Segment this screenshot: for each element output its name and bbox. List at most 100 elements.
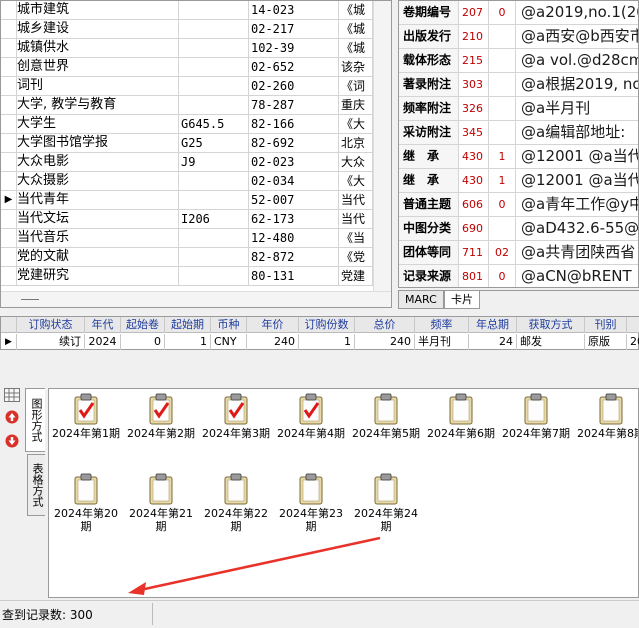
grid-cell[interactable]: 2024 xyxy=(85,334,121,350)
list-item[interactable]: 大众摄影 02-034 《大 xyxy=(1,172,373,191)
horizontal-scrollbar[interactable] xyxy=(1,291,391,307)
marc-field-row[interactable]: 出版发行 210 @a西安@b西安市 xyxy=(399,25,638,49)
grid-cell[interactable]: 原版 xyxy=(585,334,627,350)
marc-field-row[interactable]: 采访附注 345 @a编辑部地址: xyxy=(399,121,638,145)
issue-item[interactable]: 2024年第8期 xyxy=(574,393,638,440)
order-grid[interactable]: 订购状态 年代 起始卷 起始期 币种 年价 订购份数 总价 频率 年总期 获取方式 刊别 ▶ 续订 202… xyxy=(0,316,639,350)
list-item[interactable]: 党的文献 82-872 《党 xyxy=(1,248,373,267)
marc-indicator: 0 xyxy=(489,265,516,287)
marc-field-row[interactable]: 著录附注 303 @a根据2019, no. xyxy=(399,73,638,97)
class-number xyxy=(179,191,249,209)
column-header[interactable]: 起始卷 xyxy=(121,317,165,333)
issue-item[interactable]: 2024年第20期 xyxy=(49,473,123,533)
grid-cell[interactable]: CNY xyxy=(211,334,247,350)
issue-item[interactable]: 2024年第24期 xyxy=(349,473,423,533)
marc-field-row[interactable]: 载体形态 215 @a vol.@d28cm xyxy=(399,49,638,73)
arrow-down-icon[interactable] xyxy=(5,434,19,448)
list-item[interactable]: 词刊 02-260 《词 xyxy=(1,77,373,96)
issue-label: 2024年第23期 xyxy=(279,507,343,533)
issue-item[interactable]: 2024年第3期 xyxy=(199,393,273,440)
marc-field-value: @a vol.@d28cm xyxy=(516,49,638,72)
marc-field-value: @a根据2019, no. xyxy=(516,73,638,96)
column-header[interactable]: 订购状态 xyxy=(17,317,85,333)
grid-cell[interactable]: 240 xyxy=(355,334,415,350)
marc-field-row[interactable]: 继 承 430 1 @12001 @a当代 xyxy=(399,145,638,169)
marc-field-value: @aD432.6-55@ xyxy=(516,217,638,240)
list-item[interactable]: 大学图书馆学报 G25 82-692 北京 xyxy=(1,134,373,153)
status-divider xyxy=(152,603,153,625)
column-header[interactable]: 年代 xyxy=(85,317,121,333)
column-header[interactable]: 订购份数 xyxy=(299,317,355,333)
marc-field-row[interactable]: 普通主题 606 0 @a青年工作@y中 xyxy=(399,193,638,217)
list-item[interactable]: 创意世界 02-652 该杂 xyxy=(1,58,373,77)
marc-field-row[interactable]: 继 承 430 1 @12001 @a当代 xyxy=(399,169,638,193)
column-header[interactable]: 频率 xyxy=(415,317,469,333)
column-header[interactable]: 获取方式 xyxy=(517,317,585,333)
column-header[interactable]: 年价 xyxy=(247,317,299,333)
grid-cell[interactable]: 邮发 xyxy=(517,334,585,350)
marc-field-value: @a编辑部地址: xyxy=(516,121,638,144)
tab-graphic-mode[interactable]: 图形方式 xyxy=(25,388,45,452)
issue-item[interactable]: 2024年第1期 xyxy=(49,393,123,440)
list-item[interactable]: 大学, 教学与教育 78-287 重庆 xyxy=(1,96,373,115)
grid-cell[interactable]: 240 xyxy=(247,334,299,350)
arrow-up-icon[interactable] xyxy=(5,410,19,424)
marc-field-row[interactable]: 频率附注 326 @a半月刊 xyxy=(399,97,638,121)
issue-item[interactable]: 2024年第5期 xyxy=(349,393,423,440)
journal-title: 大众电影 xyxy=(17,153,179,171)
list-item[interactable]: 当代音乐 12-480 《当 xyxy=(1,229,373,248)
row-marker-icon xyxy=(1,115,17,133)
grid-cell[interactable]: 0 xyxy=(121,334,165,350)
list-item[interactable]: 城镇供水 102-39 《城 xyxy=(1,39,373,58)
marc-indicator: 1 xyxy=(489,169,516,192)
list-item[interactable]: 大众电影 J9 02-023 大众 xyxy=(1,153,373,172)
issue-label: 2024年第5期 xyxy=(352,427,420,440)
list-item[interactable]: ▶ 当代青年 52-007 当代 xyxy=(1,191,373,210)
issue-item[interactable]: 2024年第7期 xyxy=(499,393,573,440)
issue-item[interactable]: 2024年第2期 xyxy=(124,393,198,440)
issue-item[interactable]: 2024年第6期 xyxy=(424,393,498,440)
tab-table-mode[interactable]: 表格方式 xyxy=(27,454,45,516)
marc-field-row[interactable]: 中图分类 690 @aD432.6-55@ xyxy=(399,217,638,241)
tab-card[interactable]: 卡片 xyxy=(444,291,480,309)
column-header[interactable]: 起始期 xyxy=(165,317,211,333)
publisher-note: 当代 xyxy=(339,210,373,228)
class-number: G25 xyxy=(179,134,249,152)
marc-panel[interactable]: 卷期编号 207 0 @a2019,no.1(20 出版发行 210 @a西安@b西安市 载体… xyxy=(398,0,639,288)
journal-title: 城乡建设 xyxy=(17,20,179,38)
issue-item[interactable]: 2024年第22期 xyxy=(199,473,273,533)
grid-cell[interactable]: 半月刊 xyxy=(415,334,469,350)
issue-item[interactable]: 2024年第23期 xyxy=(274,473,348,533)
list-item[interactable]: 大学生 G645.5 82-166 《大 xyxy=(1,115,373,134)
list-item[interactable]: 当代文坛 I206 62-173 当代 xyxy=(1,210,373,229)
order-grid-row[interactable]: ▶续订202401CNY2401240半月刊24邮发原版20 xyxy=(1,334,639,350)
column-header[interactable]: 币种 xyxy=(211,317,247,333)
list-item[interactable]: 城乡建设 02-217 《城 xyxy=(1,20,373,39)
tab-marc[interactable]: MARC xyxy=(398,291,444,309)
grid-cell[interactable]: 续订 xyxy=(17,334,85,350)
grid-cell[interactable]: 20 xyxy=(627,334,639,350)
marc-field-value: @a共青团陕西省 xyxy=(516,241,638,264)
clipboard-icon xyxy=(74,473,98,505)
column-header[interactable]: 年总期 xyxy=(469,317,517,333)
marc-field-label: 出版发行 xyxy=(399,25,459,48)
column-header[interactable]: 总价 xyxy=(355,317,415,333)
grid-icon[interactable] xyxy=(4,388,20,402)
journal-list[interactable]: 城市建筑 14-023 《城 城乡建设 02-217 《城 城镇供水 102-39 《城 创意世界… xyxy=(0,0,392,308)
row-marker-icon: ▶ xyxy=(1,191,17,209)
marc-field-row[interactable]: 记录来源 801 0 @aCN@bRENT xyxy=(399,265,638,287)
list-item[interactable]: 党建研究 80-131 党建 xyxy=(1,267,373,286)
column-header[interactable]: 刊别 xyxy=(585,317,627,333)
grid-cell[interactable]: 1 xyxy=(299,334,355,350)
issue-code: 02-034 xyxy=(249,172,339,190)
vertical-scrollbar[interactable] xyxy=(373,1,391,291)
issue-code: 12-480 xyxy=(249,229,339,247)
issue-item[interactable]: 2024年第4期 xyxy=(274,393,348,440)
grid-cell[interactable]: 24 xyxy=(469,334,517,350)
list-item[interactable]: 城市建筑 14-023 《城 xyxy=(1,1,373,20)
marc-field-row[interactable]: 团体等同 711 02 @a共青团陕西省 xyxy=(399,241,638,265)
issue-item[interactable]: 2024年第21期 xyxy=(124,473,198,533)
grid-cell[interactable]: 1 xyxy=(165,334,211,350)
marc-field-row[interactable]: 卷期编号 207 0 @a2019,no.1(20 xyxy=(399,1,638,25)
issue-icon-view[interactable]: 2024年第1期 2024年第2期 2024年第3期 2024年第4期 2024年第5期… xyxy=(48,388,639,598)
